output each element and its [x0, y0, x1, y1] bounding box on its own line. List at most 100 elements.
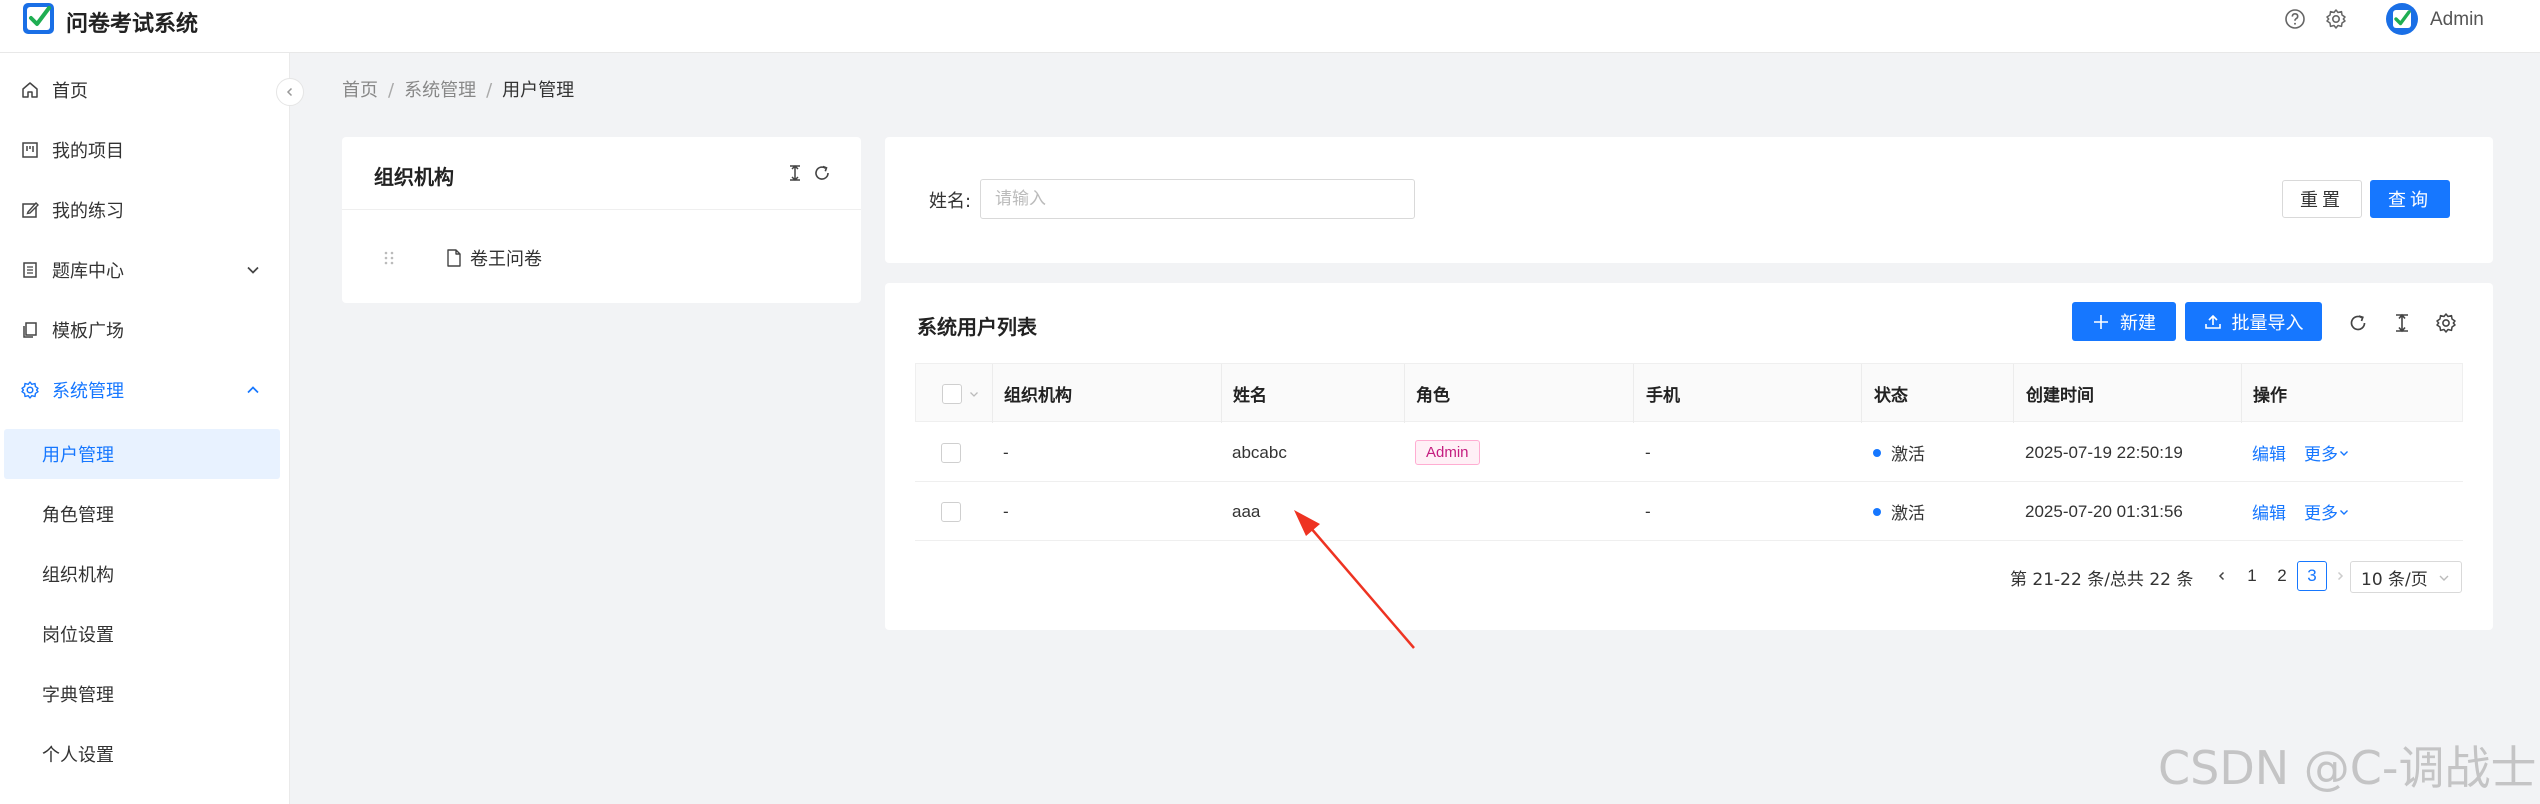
cell-created: 2025-07-20 01:31:56: [2025, 501, 2183, 521]
sidebar-item-user-management[interactable]: 用户管理: [4, 429, 280, 479]
column-header-actions: 操作: [2253, 386, 2287, 406]
sidebar-item-role-management[interactable]: 角色管理: [0, 489, 290, 539]
pagination-page[interactable]: 2: [2267, 561, 2297, 591]
sidebar-item-home[interactable]: 首页: [0, 65, 290, 115]
status-dot: [1873, 448, 1881, 457]
settings-icon[interactable]: [2325, 8, 2347, 30]
column-height-icon[interactable]: [2391, 312, 2413, 334]
column-header-role: 角色: [1416, 386, 1450, 406]
chevron-left-icon: [2218, 571, 2225, 581]
refresh-icon[interactable]: [812, 163, 832, 183]
upload-icon: [2204, 314, 2221, 329]
row-checkbox[interactable]: [941, 501, 961, 522]
drag-handle-icon[interactable]: [382, 249, 396, 267]
page-size-value: 10 条/页: [2361, 569, 2428, 590]
status-dot: [1873, 507, 1881, 516]
column-header-phone: 手机: [1646, 386, 1680, 406]
sidebar-collapse-button[interactable]: [276, 78, 304, 106]
sidebar-item-system[interactable]: 系统管理: [0, 365, 290, 415]
cell-phone: -: [1645, 501, 1651, 521]
sidebar-item-organization[interactable]: 组织机构: [0, 549, 290, 599]
sidebar-item-label: 字典管理: [42, 685, 114, 706]
sidebar-item-label: 角色管理: [42, 505, 114, 526]
select-all-checkbox[interactable]: [942, 383, 962, 404]
project-icon: [22, 142, 38, 158]
select-all-cell: [942, 364, 980, 423]
chevron-up-icon: [247, 386, 259, 394]
batch-import-button-label: 批量导入: [2231, 312, 2304, 334]
user-avatar[interactable]: [2385, 2, 2419, 36]
tree-node[interactable]: 卷王问卷: [382, 243, 542, 273]
name-filter-input[interactable]: [980, 179, 1415, 219]
app-title: 问卷考试系统: [66, 12, 199, 37]
sidebar-item-label: 用户管理: [42, 445, 114, 466]
status-text: 激活: [1891, 445, 1925, 465]
query-button[interactable]: 查询: [2370, 180, 2450, 218]
breadcrumb-system[interactable]: 系统管理: [404, 80, 476, 101]
watermark: CSDN @C-调战士: [2158, 741, 2537, 795]
sidebar-item-dictionary[interactable]: 字典管理: [0, 669, 290, 719]
file-icon: [447, 249, 461, 267]
sidebar-item-label: 组织机构: [42, 565, 114, 586]
more-link[interactable]: 更多: [2304, 440, 2338, 465]
sidebar-item-projects[interactable]: 我的项目: [0, 125, 290, 175]
refresh-icon[interactable]: [2347, 312, 2369, 334]
top-header: 问卷考试系统 Admin: [0, 0, 2540, 53]
user-name[interactable]: Admin: [2430, 9, 2484, 31]
chevron-down-icon[interactable]: [968, 388, 980, 400]
pagination-page[interactable]: 1: [2237, 561, 2267, 591]
pagination-prev[interactable]: [2207, 561, 2237, 591]
home-icon: [22, 82, 38, 98]
help-icon[interactable]: [2284, 8, 2306, 30]
breadcrumb: 首页 / 系统管理 / 用户管理: [342, 80, 575, 101]
pagination-total: 第 21-22 条/总共 22 条: [2010, 570, 2194, 590]
sidebar-item-personal-settings[interactable]: 个人设置: [0, 729, 290, 779]
chevron-down-icon[interactable]: [2338, 447, 2350, 459]
status-badge: 激活: [1873, 423, 1925, 482]
more-link[interactable]: 更多: [2304, 499, 2338, 524]
breadcrumb-home[interactable]: 首页: [342, 80, 378, 101]
copy-icon: [23, 322, 37, 338]
gear-icon: [21, 381, 39, 399]
cell-created: 2025-07-19 22:50:19: [2025, 442, 2183, 462]
expand-collapse-icon[interactable]: [785, 163, 805, 183]
sidebar-item-label: 系统管理: [52, 381, 124, 402]
breadcrumb-current: 用户管理: [502, 80, 575, 101]
sidebar-item-templates[interactable]: 模板广场: [0, 305, 290, 355]
chevron-down-icon[interactable]: [2338, 506, 2350, 518]
sidebar: 首页 我的项目 我的练习 题库中心 模板广场 系统管理 用户管理 角色管理 组织…: [0, 53, 290, 804]
name-filter-label: 姓名:: [929, 191, 972, 212]
user-list-title: 系统用户列表: [917, 315, 1037, 339]
cell-org: -: [1003, 442, 1009, 462]
search-panel: 姓名: 重置 查询: [885, 137, 2493, 263]
settings-icon[interactable]: [2435, 312, 2457, 334]
cell-name: aaa: [1232, 501, 1261, 521]
new-user-button[interactable]: 新建: [2072, 302, 2176, 341]
divider: [342, 209, 861, 210]
sidebar-item-label: 我的项目: [52, 141, 124, 162]
edit-link[interactable]: 编辑: [2252, 440, 2286, 465]
sidebar-item-practice[interactable]: 我的练习: [0, 185, 290, 235]
sidebar-item-positions[interactable]: 岗位设置: [0, 609, 290, 659]
chevron-right-icon: [2337, 571, 2344, 581]
app-logo-icon: [23, 3, 54, 34]
edit-link[interactable]: 编辑: [2252, 499, 2286, 524]
cell-name: abcabc: [1232, 442, 1287, 462]
table-header-row: 组织机构 姓名 角色 手机 状态 创建时间 操作: [915, 363, 2463, 423]
sidebar-item-label: 首页: [52, 81, 88, 102]
column-header-created: 创建时间: [2026, 386, 2094, 406]
sidebar-item-label: 岗位设置: [42, 625, 114, 646]
pagination-page-current[interactable]: 3: [2297, 561, 2327, 591]
column-header-org: 组织机构: [1004, 386, 1072, 406]
page-size-select[interactable]: 10 条/页: [2350, 561, 2462, 593]
sidebar-item-question-bank[interactable]: 题库中心: [0, 245, 290, 295]
annotation-arrow-icon: [1294, 510, 1415, 649]
org-panel-title: 组织机构: [374, 165, 454, 189]
org-tree-panel: 组织机构 卷王问卷: [342, 137, 861, 303]
sidebar-item-label: 模板广场: [52, 321, 124, 342]
row-checkbox[interactable]: [941, 442, 961, 463]
batch-import-button[interactable]: 批量导入: [2185, 302, 2322, 341]
chevron-down-icon: [2439, 575, 2449, 581]
reset-button[interactable]: 重置: [2282, 180, 2362, 218]
role-tag: Admin: [1415, 440, 1480, 465]
